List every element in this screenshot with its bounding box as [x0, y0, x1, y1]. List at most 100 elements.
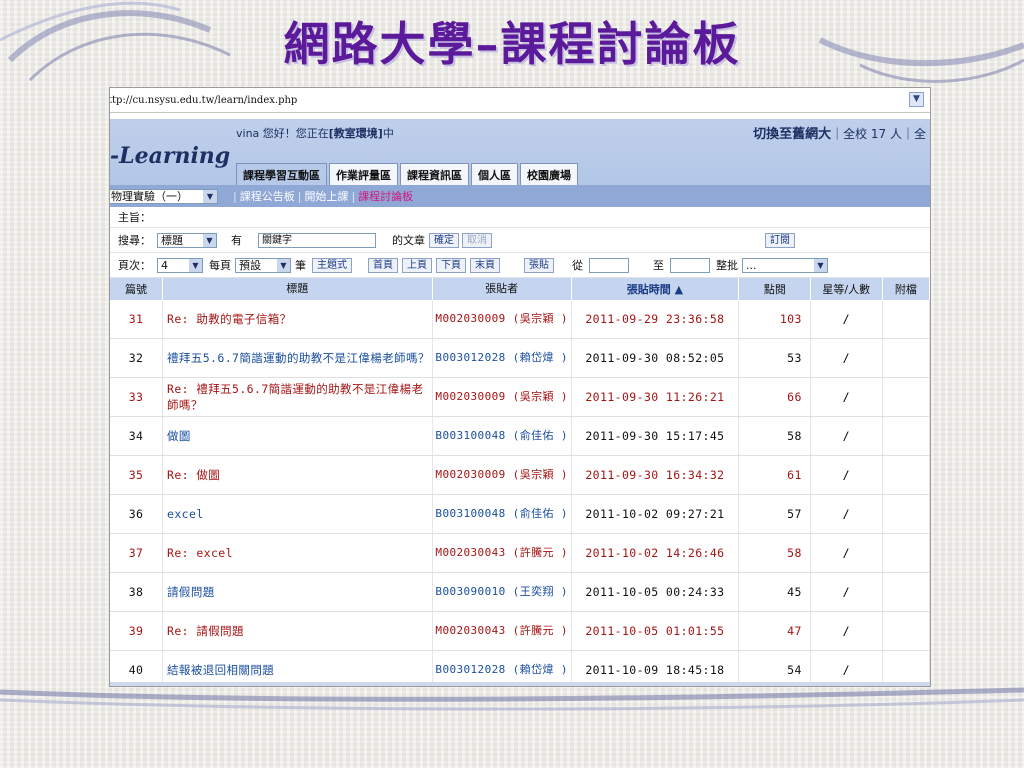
link-discussion-board[interactable]: 課程討論板	[358, 190, 413, 203]
post-views: 103	[738, 300, 811, 339]
first-page-button[interactable]: 首頁	[368, 257, 398, 273]
chevron-down-icon: ▼	[277, 258, 290, 272]
page-select[interactable]: 4 ▼	[157, 257, 203, 273]
keyword-input[interactable]: 關鍵字	[258, 232, 376, 248]
subject-label: 主旨：	[118, 211, 151, 224]
elearning-logo: -Learning	[110, 143, 231, 169]
table-row[interactable]: 32 禮拜五5.6.7簡諧運動的助教不是江偉楊老師嗎？ B003012028 (賴岱…	[110, 338, 930, 378]
post-rating: /	[810, 572, 883, 612]
post-number: 33	[110, 377, 164, 417]
post-views: 45	[738, 572, 811, 612]
post-author-link[interactable]: B003090010 (王奕翔 )	[432, 572, 572, 612]
post-number: 34	[110, 416, 164, 456]
post-author-link[interactable]: B003012028 (賴岱煒 )	[432, 650, 572, 686]
tab-campus-square[interactable]: 校園廣場	[520, 163, 578, 185]
address-dropdown-icon[interactable]: ▼	[909, 92, 924, 107]
header-rating[interactable]: 星等/人數	[810, 278, 883, 300]
post-author-link[interactable]: B003012028 (賴岱煒 )	[432, 338, 572, 378]
table-row[interactable]: 37 Re: excel M002030043 (許騰元 ) 2011-10-02 1…	[110, 533, 930, 573]
header-number[interactable]: 篇號	[110, 278, 164, 300]
post-rating: /	[810, 377, 883, 417]
post-title-link[interactable]: excel	[162, 494, 434, 534]
header-title[interactable]: 標題	[162, 278, 434, 300]
post-number: 37	[110, 533, 164, 573]
header-views[interactable]: 點閱	[738, 278, 811, 300]
post-number: 35	[110, 455, 164, 495]
post-title-link[interactable]: Re: 禮拜五5.6.7簡諧運動的助教不是江偉楊老師嗎？	[162, 377, 434, 417]
post-rating: /	[810, 300, 883, 339]
post-time: 2011-09-29 23:36:58	[571, 300, 740, 339]
horizontal-scrollbar[interactable]	[110, 682, 930, 686]
table-row[interactable]: 40 結報被退回相關問題 B003012028 (賴岱煒 ) 2011-10-09 1…	[110, 650, 930, 686]
post-author-link[interactable]: M002030043 (許騰元 )	[432, 611, 572, 651]
subject-row: 主旨：	[110, 207, 930, 228]
post-title-link[interactable]: Re: 助教的電子信箱？	[162, 300, 434, 339]
switch-old-site-link[interactable]: 切換至舊網大	[753, 127, 831, 142]
threaded-view-button[interactable]: 主題式	[312, 257, 352, 273]
post-author-link[interactable]: M002030009 (吳宗穎 )	[432, 300, 572, 339]
table-row[interactable]: 33 Re: 禮拜五5.6.7簡諧運動的助教不是江偉楊老師嗎？ M002030009…	[110, 377, 930, 417]
link-start-class[interactable]: 開始上課	[304, 190, 348, 203]
post-author-link[interactable]: M002030009 (吳宗穎 )	[432, 455, 572, 495]
post-title-link[interactable]: Re: 做圖	[162, 455, 434, 495]
post-views: 66	[738, 377, 811, 417]
post-title-link[interactable]: 結報被退回相關問題	[162, 650, 434, 686]
tab-course-info[interactable]: 課程資訊區	[400, 163, 469, 185]
post-time: 2011-10-02 09:27:21	[571, 494, 740, 534]
post-attachment	[882, 611, 930, 651]
post-time: 2011-09-30 08:52:05	[571, 338, 740, 378]
greeting: vina 您好！您正在[教室環境]中	[236, 127, 394, 140]
course-select[interactable]: 物理實驗（一） ▼	[110, 188, 218, 204]
next-page-button[interactable]: 下頁	[436, 257, 466, 273]
post-rating: /	[810, 650, 883, 686]
post-rating: /	[810, 611, 883, 651]
post-author-link[interactable]: M002030009 (吳宗穎 )	[432, 377, 572, 417]
prev-page-button[interactable]: 上頁	[402, 257, 432, 273]
site-header: -Learning vina 您好！您正在[教室環境]中 切換至舊網大｜全校 1…	[110, 119, 930, 185]
search-field-select[interactable]: 標題 ▼	[157, 232, 217, 248]
browser-screenshot: ttp://cu.nsysu.edu.tw/learn/index.php ▼ …	[110, 88, 930, 686]
tab-personal[interactable]: 個人區	[471, 163, 518, 185]
table-row[interactable]: 38 請假問題 B003090010 (王奕翔 ) 2011-10-05 00:24:…	[110, 572, 930, 612]
post-title-link[interactable]: 請假問題	[162, 572, 434, 612]
last-page-button[interactable]: 末頁	[470, 257, 500, 273]
cancel-button[interactable]: 取消	[462, 232, 492, 248]
address-bar[interactable]: ttp://cu.nsysu.edu.tw/learn/index.php ▼	[110, 88, 930, 113]
post-time: 2011-09-30 11:26:21	[571, 377, 740, 417]
batch-action-select[interactable]: ... ▼	[742, 257, 828, 273]
confirm-button[interactable]: 確定	[429, 232, 459, 248]
post-attachment	[882, 533, 930, 573]
post-author-link[interactable]: B003100048 (俞佳佑 )	[432, 416, 572, 456]
post-author-link[interactable]: B003100048 (俞佳佑 )	[432, 494, 572, 534]
switch-old-site[interactable]: 切換至舊網大｜全校 17 人｜全	[753, 123, 926, 142]
table-row[interactable]: 34 做圖 B003100048 (俞佳佑 ) 2011-09-30 15:17:45…	[110, 416, 930, 456]
post-button[interactable]: 張貼	[524, 257, 554, 273]
post-author-link[interactable]: M002030043 (許騰元 )	[432, 533, 572, 573]
post-time: 2011-10-05 01:01:55	[571, 611, 740, 651]
range-to-input[interactable]	[670, 257, 710, 273]
post-time: 2011-10-05 00:24:33	[571, 572, 740, 612]
search-row: 搜尋： 標題 ▼ 有 關鍵字 的文章 確定 取消 訂閱	[110, 228, 930, 253]
post-title-link[interactable]: Re: 請假問題	[162, 611, 434, 651]
post-title-link[interactable]: 做圖	[162, 416, 434, 456]
post-views: 58	[738, 533, 811, 573]
table-row[interactable]: 31 Re: 助教的電子信箱？ M002030009 (吳宗穎 ) 2011-09-2…	[110, 300, 930, 339]
post-title-link[interactable]: 禮拜五5.6.7簡諧運動的助教不是江偉楊老師嗎？	[162, 338, 434, 378]
header-poster[interactable]: 張貼者	[432, 278, 572, 300]
post-number: 32	[110, 338, 164, 378]
link-course-announcements[interactable]: 課程公告板	[240, 190, 295, 203]
table-row[interactable]: 36 excel B003100048 (俞佳佑 ) 2011-10-02 09:27…	[110, 494, 930, 534]
per-page-select[interactable]: 預設 ▼	[235, 257, 291, 273]
tab-course-interaction[interactable]: 課程學習互動區	[236, 163, 327, 185]
post-number: 36	[110, 494, 164, 534]
range-from-input[interactable]	[589, 257, 629, 273]
post-attachment	[882, 494, 930, 534]
header-time[interactable]: 張貼時間 ▲	[571, 278, 740, 300]
subscribe-button[interactable]: 訂閱	[765, 232, 795, 248]
post-views: 57	[738, 494, 811, 534]
table-header-row: 篇號 標題 張貼者 張貼時間 ▲ 點閱 星等/人數 附檔	[110, 278, 930, 300]
post-title-link[interactable]: Re: excel	[162, 533, 434, 573]
table-row[interactable]: 35 Re: 做圖 M002030009 (吳宗穎 ) 2011-09-30 16:3…	[110, 455, 930, 495]
tab-homework[interactable]: 作業評量區	[329, 163, 398, 185]
table-row[interactable]: 39 Re: 請假問題 M002030043 (許騰元 ) 2011-10-05 01…	[110, 611, 930, 651]
